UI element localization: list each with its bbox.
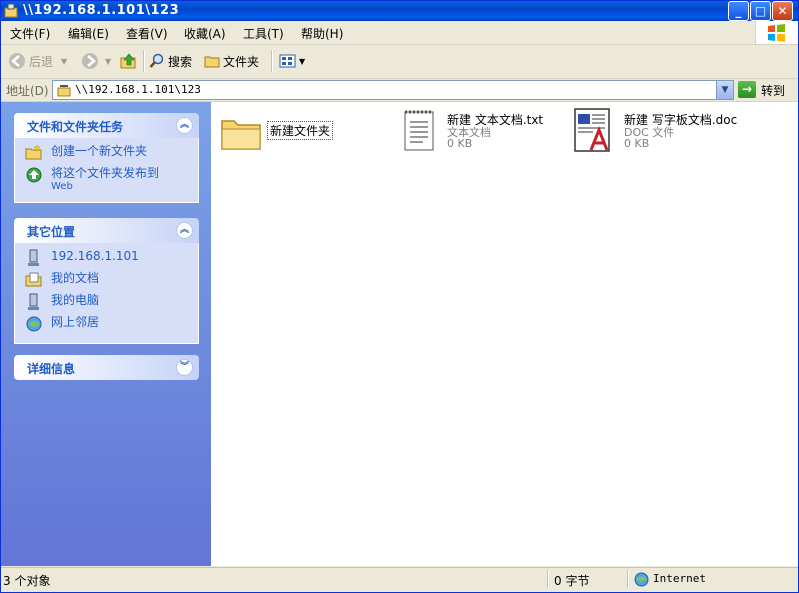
views-dropdown-icon: ▼ xyxy=(299,56,306,66)
forward-button[interactable]: ▼ xyxy=(81,51,111,71)
network-places-icon xyxy=(26,316,42,332)
tasks-panel: 文件和文件夹任务 ︽ 创建一个新文件夹 将这个文件夹发布到 Web xyxy=(14,113,199,203)
address-dropdown-button[interactable]: ▼ xyxy=(716,81,733,99)
toolbar: 后退 ▼ ▼ 搜索 文件夹 ▼ xyxy=(1,45,798,79)
views-button[interactable]: ▼ xyxy=(279,51,305,71)
file-name: 新建文件夹 xyxy=(267,121,334,140)
file-item-wordpad-document[interactable]: 新建 写字板文档.doc DOC 文件 0 KB xyxy=(573,106,763,160)
place-my-documents[interactable]: 我的文档 xyxy=(25,271,198,291)
my-documents-icon xyxy=(25,272,42,287)
internet-zone-icon xyxy=(634,572,649,587)
my-computer-icon xyxy=(28,293,39,310)
network-computer-icon xyxy=(28,249,39,266)
back-arrow-icon xyxy=(9,53,25,69)
place-my-documents-label: 我的文档 xyxy=(51,271,100,285)
folders-icon xyxy=(204,56,220,68)
status-separator xyxy=(547,570,549,589)
folder-icon xyxy=(221,120,261,150)
views-icon xyxy=(279,54,296,68)
details-panel-header[interactable]: 详细信息 ︾ xyxy=(14,355,199,380)
tasks-panel-body: 创建一个新文件夹 将这个文件夹发布到 Web xyxy=(14,138,199,203)
task-new-folder[interactable]: 创建一个新文件夹 xyxy=(25,144,198,164)
task-new-folder-label: 创建一个新文件夹 xyxy=(51,144,148,158)
minimize-button[interactable]: _ xyxy=(728,1,749,21)
up-button[interactable] xyxy=(120,51,138,71)
back-dropdown-icon[interactable]: ▼ xyxy=(61,57,67,66)
chevron-up-icon[interactable]: ︽ xyxy=(176,117,193,134)
place-my-computer-label: 我的电脑 xyxy=(51,293,100,307)
menu-edit[interactable]: 编辑(E) xyxy=(68,25,109,42)
status-bar: 3 个对象 0 字节 Internet xyxy=(1,567,798,592)
menu-tools[interactable]: 工具(T) xyxy=(243,25,284,42)
search-label: 搜索 xyxy=(168,54,193,69)
back-label: 后退 xyxy=(29,54,54,69)
wordpad-document-icon xyxy=(574,108,610,152)
address-value: \\192.168.1.101\123 xyxy=(75,83,201,96)
search-button[interactable]: 搜索 xyxy=(149,51,192,71)
menu-file[interactable]: 文件(F) xyxy=(10,25,50,42)
go-arrow-icon[interactable]: → xyxy=(738,81,756,98)
forward-dropdown-icon[interactable]: ▼ xyxy=(105,57,111,66)
windows-logo-icon xyxy=(755,21,798,44)
tasks-panel-title: 文件和文件夹任务 xyxy=(27,120,124,134)
place-network-computer-label: 192.168.1.101 xyxy=(51,249,139,263)
places-panel: 其它位置 ︽ 192.168.1.101 我的文档 我的电脑 网上邻居 xyxy=(14,218,199,344)
file-list[interactable]: 新建文件夹 新建 文本文档.txt 文本文档 0 KB 新建 写字板文档.doc… xyxy=(211,102,798,566)
folders-label: 文件夹 xyxy=(223,54,260,69)
place-network-places[interactable]: 网上邻居 xyxy=(25,315,198,335)
toolbar-separator xyxy=(143,50,145,72)
forward-arrow-icon xyxy=(82,53,98,69)
go-button[interactable]: 转到 xyxy=(761,82,785,99)
chevron-up-icon[interactable]: ︽ xyxy=(176,222,193,239)
address-input[interactable]: \\192.168.1.101\123 ▼ xyxy=(52,80,734,100)
status-object-count: 3 个对象 xyxy=(3,574,51,588)
maximize-button[interactable]: □ xyxy=(750,1,771,21)
file-item-folder[interactable]: 新建文件夹 xyxy=(220,109,360,159)
details-panel-title: 详细信息 xyxy=(27,362,76,376)
file-size: 0 KB xyxy=(624,137,650,150)
window-title: \\192.168.1.101\123 xyxy=(23,3,180,18)
file-size: 0 KB xyxy=(447,137,473,150)
new-folder-icon xyxy=(25,144,42,160)
address-label: 地址(D) xyxy=(6,84,49,98)
search-icon xyxy=(149,53,164,68)
menu-view[interactable]: 查看(V) xyxy=(126,25,168,42)
task-pane: 文件和文件夹任务 ︽ 创建一个新文件夹 将这个文件夹发布到 Web 其它位置 ︽… xyxy=(1,102,211,566)
place-my-computer[interactable]: 我的电脑 xyxy=(25,293,198,313)
status-bytes: 0 字节 xyxy=(554,574,590,588)
status-zone: Internet xyxy=(653,572,706,585)
details-panel: 详细信息 ︾ xyxy=(14,355,199,380)
task-publish-web[interactable]: 将这个文件夹发布到 Web xyxy=(25,166,198,194)
places-panel-title: 其它位置 xyxy=(27,225,76,239)
task-publish-web-label: 将这个文件夹发布到 xyxy=(51,166,160,180)
chevron-down-icon[interactable]: ︾ xyxy=(176,359,193,376)
close-button[interactable]: ✕ xyxy=(772,1,793,21)
menu-favorites[interactable]: 收藏(A) xyxy=(184,25,226,42)
address-bar: 地址(D) \\192.168.1.101\123 ▼ → 转到 xyxy=(1,79,798,102)
text-document-icon xyxy=(404,110,434,151)
places-panel-body: 192.168.1.101 我的文档 我的电脑 网上邻居 xyxy=(14,243,199,344)
tasks-panel-header[interactable]: 文件和文件夹任务 ︽ xyxy=(14,113,199,138)
title-bar[interactable]: \\192.168.1.101\123 _ □ ✕ xyxy=(1,1,798,21)
menu-help[interactable]: 帮助(H) xyxy=(301,25,343,42)
back-button[interactable]: 后退 ▼ xyxy=(8,51,67,71)
network-folder-icon xyxy=(57,85,71,97)
status-separator xyxy=(627,570,629,589)
explorer-window: \\192.168.1.101\123 _ □ ✕ 文件(F) 编辑(E) 查看… xyxy=(0,0,799,593)
task-publish-web-sub: Web xyxy=(51,181,73,192)
toolbar-separator xyxy=(271,50,273,72)
publish-web-icon xyxy=(26,167,42,183)
network-folder-icon xyxy=(4,3,18,18)
place-network-places-label: 网上邻居 xyxy=(51,315,100,329)
menu-bar: 文件(F) 编辑(E) 查看(V) 收藏(A) 工具(T) 帮助(H) xyxy=(1,21,798,45)
file-item-text-document[interactable]: 新建 文本文档.txt 文本文档 0 KB xyxy=(401,108,571,158)
place-network-computer[interactable]: 192.168.1.101 xyxy=(25,249,198,269)
folders-button[interactable]: 文件夹 xyxy=(204,51,259,71)
folder-up-icon xyxy=(120,53,136,69)
places-panel-header[interactable]: 其它位置 ︽ xyxy=(14,218,199,243)
